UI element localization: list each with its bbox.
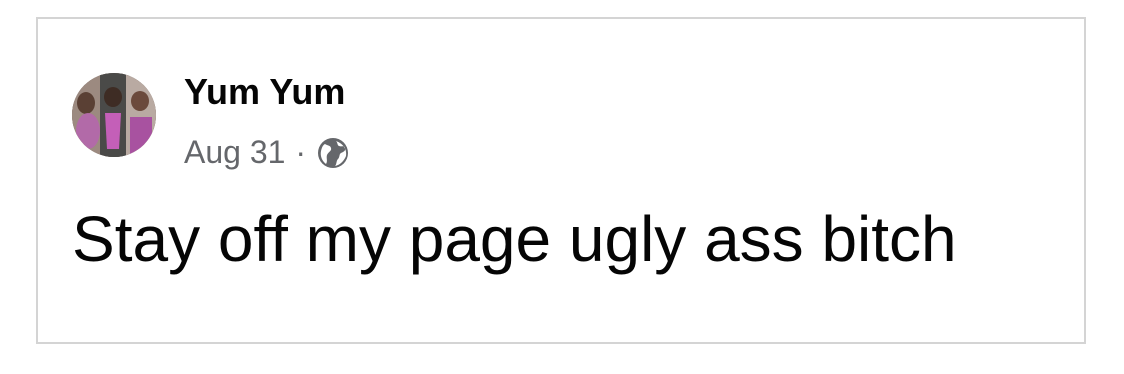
author-name[interactable]: Yum Yum <box>184 72 345 112</box>
avatar-image <box>72 73 156 157</box>
post-meta: Aug 31 · <box>184 134 350 170</box>
post-date[interactable]: Aug 31 <box>184 134 285 170</box>
avatar[interactable] <box>72 73 156 157</box>
meta-separator: · <box>295 134 307 170</box>
globe-icon[interactable] <box>316 136 350 170</box>
post-text: Stay off my page ugly ass bitch <box>72 203 957 275</box>
post-card: Yum Yum Aug 31 · Stay off my page ugly a… <box>36 17 1086 344</box>
